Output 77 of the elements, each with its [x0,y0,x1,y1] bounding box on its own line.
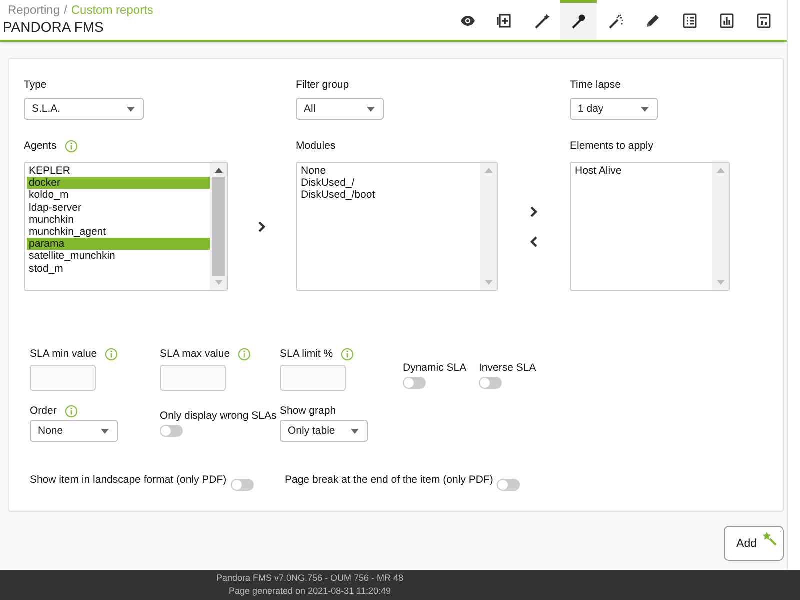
list-option[interactable]: munchkin_agent [27,226,210,238]
list-option[interactable]: Host Alive [573,165,712,178]
list-option[interactable]: None [299,165,480,178]
list-box[interactable]: Host Alive [570,162,730,291]
list-box[interactable]: KEPLER docker koldo_m ldap-server munchkin munchkin_agent parama satellite_munchkin stod_m [24,162,228,291]
list-box[interactable]: None DiskUsed_/ DiskUsed_/boot [296,162,498,291]
toggle-switch[interactable] [403,377,426,389]
caret-icon [641,106,649,112]
field-label: Page break at the end of the item (only PDF) [285,474,494,486]
caret-icon [127,106,135,112]
field-label: SLA max value [160,348,230,360]
field-label: Dynamic SLA [403,362,467,374]
chevron-right-icon [530,206,538,218]
dropdown[interactable]: 1 day [570,98,658,120]
eye-icon [460,13,476,29]
list-icon [682,13,698,29]
dropdown[interactable]: Only table [280,420,368,442]
field-label: Type [24,79,47,91]
chart-box-icon [756,13,772,29]
page-title: PANDORA FMS [3,19,105,35]
field-label: Elements to apply [570,140,654,152]
scroll-up-icon [484,168,492,173]
field-label: Modules [296,140,336,152]
list-option[interactable]: DiskUsed_/ [299,177,480,190]
field-label: Filter group [296,79,350,91]
toggle-switch[interactable] [160,425,183,437]
scrollbar-thumb[interactable] [212,177,225,276]
scroll-up-icon [716,168,724,173]
list-option[interactable]: munchkin [27,214,210,226]
list-option[interactable]: DiskUsed_/boot [299,189,480,202]
add-button[interactable]: Add [724,526,784,561]
field-label: Only display wrong SLAs [160,410,277,422]
wand-icon [763,532,777,546]
list-option[interactable]: satellite_munchkin [27,250,210,263]
scroll-down-icon [214,280,222,285]
breadcrumb-separator: / [64,3,68,17]
list-option[interactable]: docker [27,177,210,190]
wand-icon [534,13,550,29]
input-field[interactable] [280,365,346,391]
dropdown[interactable]: All [296,98,384,120]
list-option[interactable]: stod_m [27,262,210,275]
field-label: Agents [24,140,57,152]
field-label: SLA limit % [280,348,334,360]
list-option[interactable]: ldap-server [27,202,210,214]
caret-icon [101,428,109,434]
footer-text: Page generated on 2021-08-31 11:20:49 [228,584,392,597]
chevron-left-icon [530,236,538,248]
input-field[interactable] [30,365,96,391]
toggle-switch[interactable] [230,479,254,491]
sparkle-wand-icon [608,13,624,29]
footer-text: Pandora FMS v7.0NG.756 - OUM 756 - MR 48 [215,572,405,584]
field-label: Inverse SLA [479,362,536,374]
dropdown[interactable]: None [30,420,118,442]
field-label: Show item in landscape format (only PDF) [30,474,227,486]
pencil-icon [644,13,660,29]
caret-icon [351,428,359,434]
list-option[interactable]: KEPLER [27,165,210,178]
breadcrumb-link[interactable]: Reporting [8,3,60,17]
field-label: Order [30,405,57,417]
toolbar-tab[interactable] [560,0,597,40]
dropdown[interactable]: S.L.A. [24,98,144,120]
add-box-icon [496,13,512,29]
list-option[interactable]: koldo_m [27,189,210,202]
pin-icon [570,13,586,29]
field-label: Time lapse [570,79,621,91]
scroll-down-icon [716,280,724,285]
toggle-switch[interactable] [479,377,502,389]
field-label: Show graph [280,405,336,417]
chevron-right-icon [258,220,266,232]
toggle-switch[interactable] [497,479,520,491]
scroll-down-icon [484,280,492,285]
field-label: SLA min value [30,348,98,360]
scroll-up-icon [214,168,222,173]
bar-chart-icon [718,13,734,29]
input-field[interactable] [160,365,226,391]
caret-icon [367,106,375,112]
list-option[interactable]: parama [27,238,210,250]
